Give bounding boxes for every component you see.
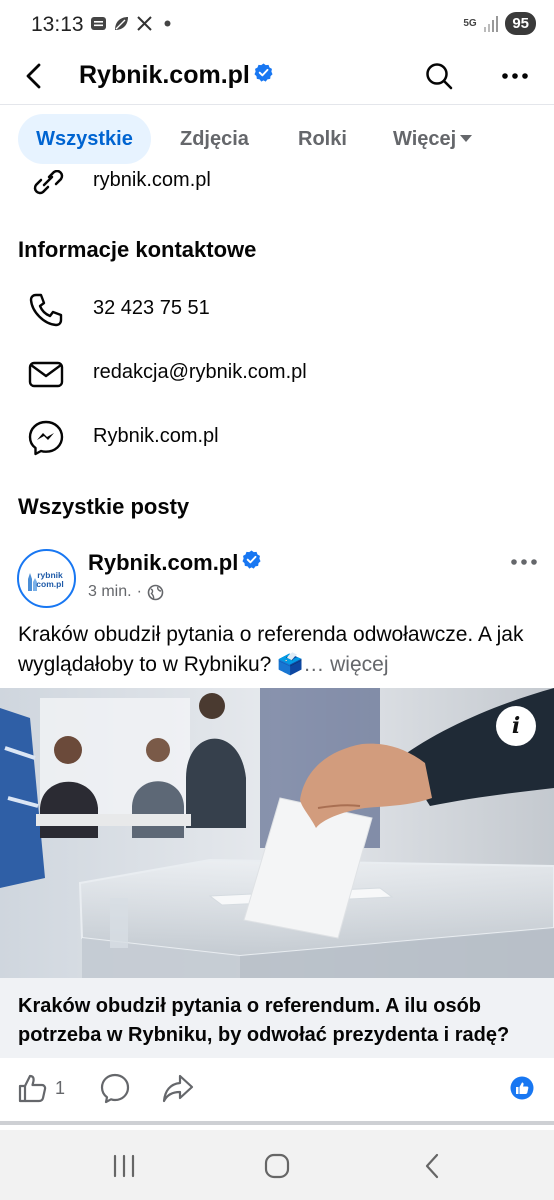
verified-badge-icon (242, 550, 261, 569)
post-image[interactable] (0, 688, 554, 978)
link-preview-title[interactable]: Kraków obudził pytania o referendum. A i… (0, 978, 554, 1058)
post-options-icon[interactable] (509, 552, 539, 572)
network-label: 5G (463, 17, 477, 29)
back-arrow-icon[interactable] (20, 60, 50, 92)
website-text: rybnik.com.pl (93, 169, 211, 191)
message-notification-icon (91, 17, 106, 30)
messenger-icon (28, 420, 64, 456)
system-navigation-bar (0, 1130, 554, 1200)
page-header: Rybnik.com.pl (0, 50, 554, 105)
notification-icons (90, 15, 176, 32)
like-count: 1 (55, 1078, 66, 1098)
tab-reels[interactable]: Rolki (298, 114, 347, 164)
posts-section-title: Wszystkie posty (18, 494, 190, 519)
post-actions: 1 (0, 1058, 554, 1122)
page-title: Rybnik.com.pl (79, 61, 273, 90)
ad-info-icon[interactable]: i (496, 706, 536, 746)
system-back-icon[interactable] (418, 1152, 448, 1180)
status-bar: 13:13 5G 95 (0, 0, 554, 50)
post-text: Kraków obudził pytania o referenda odwoł… (18, 620, 538, 680)
svg-text:com.pl: com.pl (36, 579, 63, 589)
messenger-name: Rybnik.com.pl (93, 425, 219, 447)
x-notification-icon (137, 16, 152, 31)
post-author-avatar[interactable]: rybnik com.pl (17, 549, 76, 608)
tab-more-label: Więcej (393, 128, 457, 150)
signal-icon (484, 15, 499, 32)
more-horizontal-icon[interactable] (500, 62, 530, 90)
comment-icon[interactable] (99, 1072, 131, 1104)
phone-icon (29, 293, 63, 327)
globe-icon (147, 584, 164, 600)
contact-email-row[interactable]: redakcja@rybnik.com.pl (0, 347, 554, 397)
envelope-icon (28, 361, 64, 388)
see-more-link[interactable]: … więcej (303, 653, 388, 676)
post-divider (0, 1121, 554, 1125)
leaf-notification-icon (115, 17, 128, 30)
ballot-box-photo (0, 688, 554, 978)
battery-indicator: 95 (505, 12, 536, 35)
contact-section-title: Informacje kontaktowe (18, 237, 257, 262)
thumbs-up-icon[interactable] (16, 1072, 48, 1104)
tab-more[interactable]: Więcej (393, 114, 473, 164)
post-time: 3 min. (88, 583, 132, 600)
contact-messenger-row[interactable]: Rybnik.com.pl (0, 411, 554, 461)
tab-all[interactable]: Wszystkie (18, 114, 151, 164)
post-author-name: Rybnik.com.pl (88, 550, 239, 575)
status-time: 13:13 (31, 13, 84, 36)
share-icon[interactable] (161, 1072, 195, 1104)
profile-tabs: Wszystkie Zdjęcia Rolki Więcej (0, 106, 554, 170)
home-icon[interactable] (262, 1152, 292, 1180)
avatar-logo: rybnik com.pl (20, 552, 73, 605)
like-reaction-icon (510, 1076, 534, 1100)
verified-badge-icon (254, 63, 273, 82)
dot-notification-icon (164, 20, 171, 27)
post-body: Kraków obudził pytania o referenda odwoł… (18, 623, 524, 676)
caret-down-icon (460, 135, 473, 142)
post-author[interactable]: Rybnik.com.pl (88, 550, 261, 576)
search-icon[interactable] (424, 60, 454, 92)
link-icon (33, 169, 64, 195)
meta-separator: · (136, 583, 142, 600)
email-address: redakcja@rybnik.com.pl (93, 361, 307, 383)
page-title-text: Rybnik.com.pl (79, 61, 250, 89)
status-right: 5G 95 (463, 12, 536, 35)
phone-number: 32 423 75 51 (93, 297, 210, 319)
post-meta: 3 min. · (88, 583, 164, 601)
tab-photos[interactable]: Zdjęcia (180, 114, 249, 164)
recent-apps-icon[interactable] (109, 1152, 139, 1180)
contact-phone-row[interactable]: 32 423 75 51 (0, 283, 554, 333)
